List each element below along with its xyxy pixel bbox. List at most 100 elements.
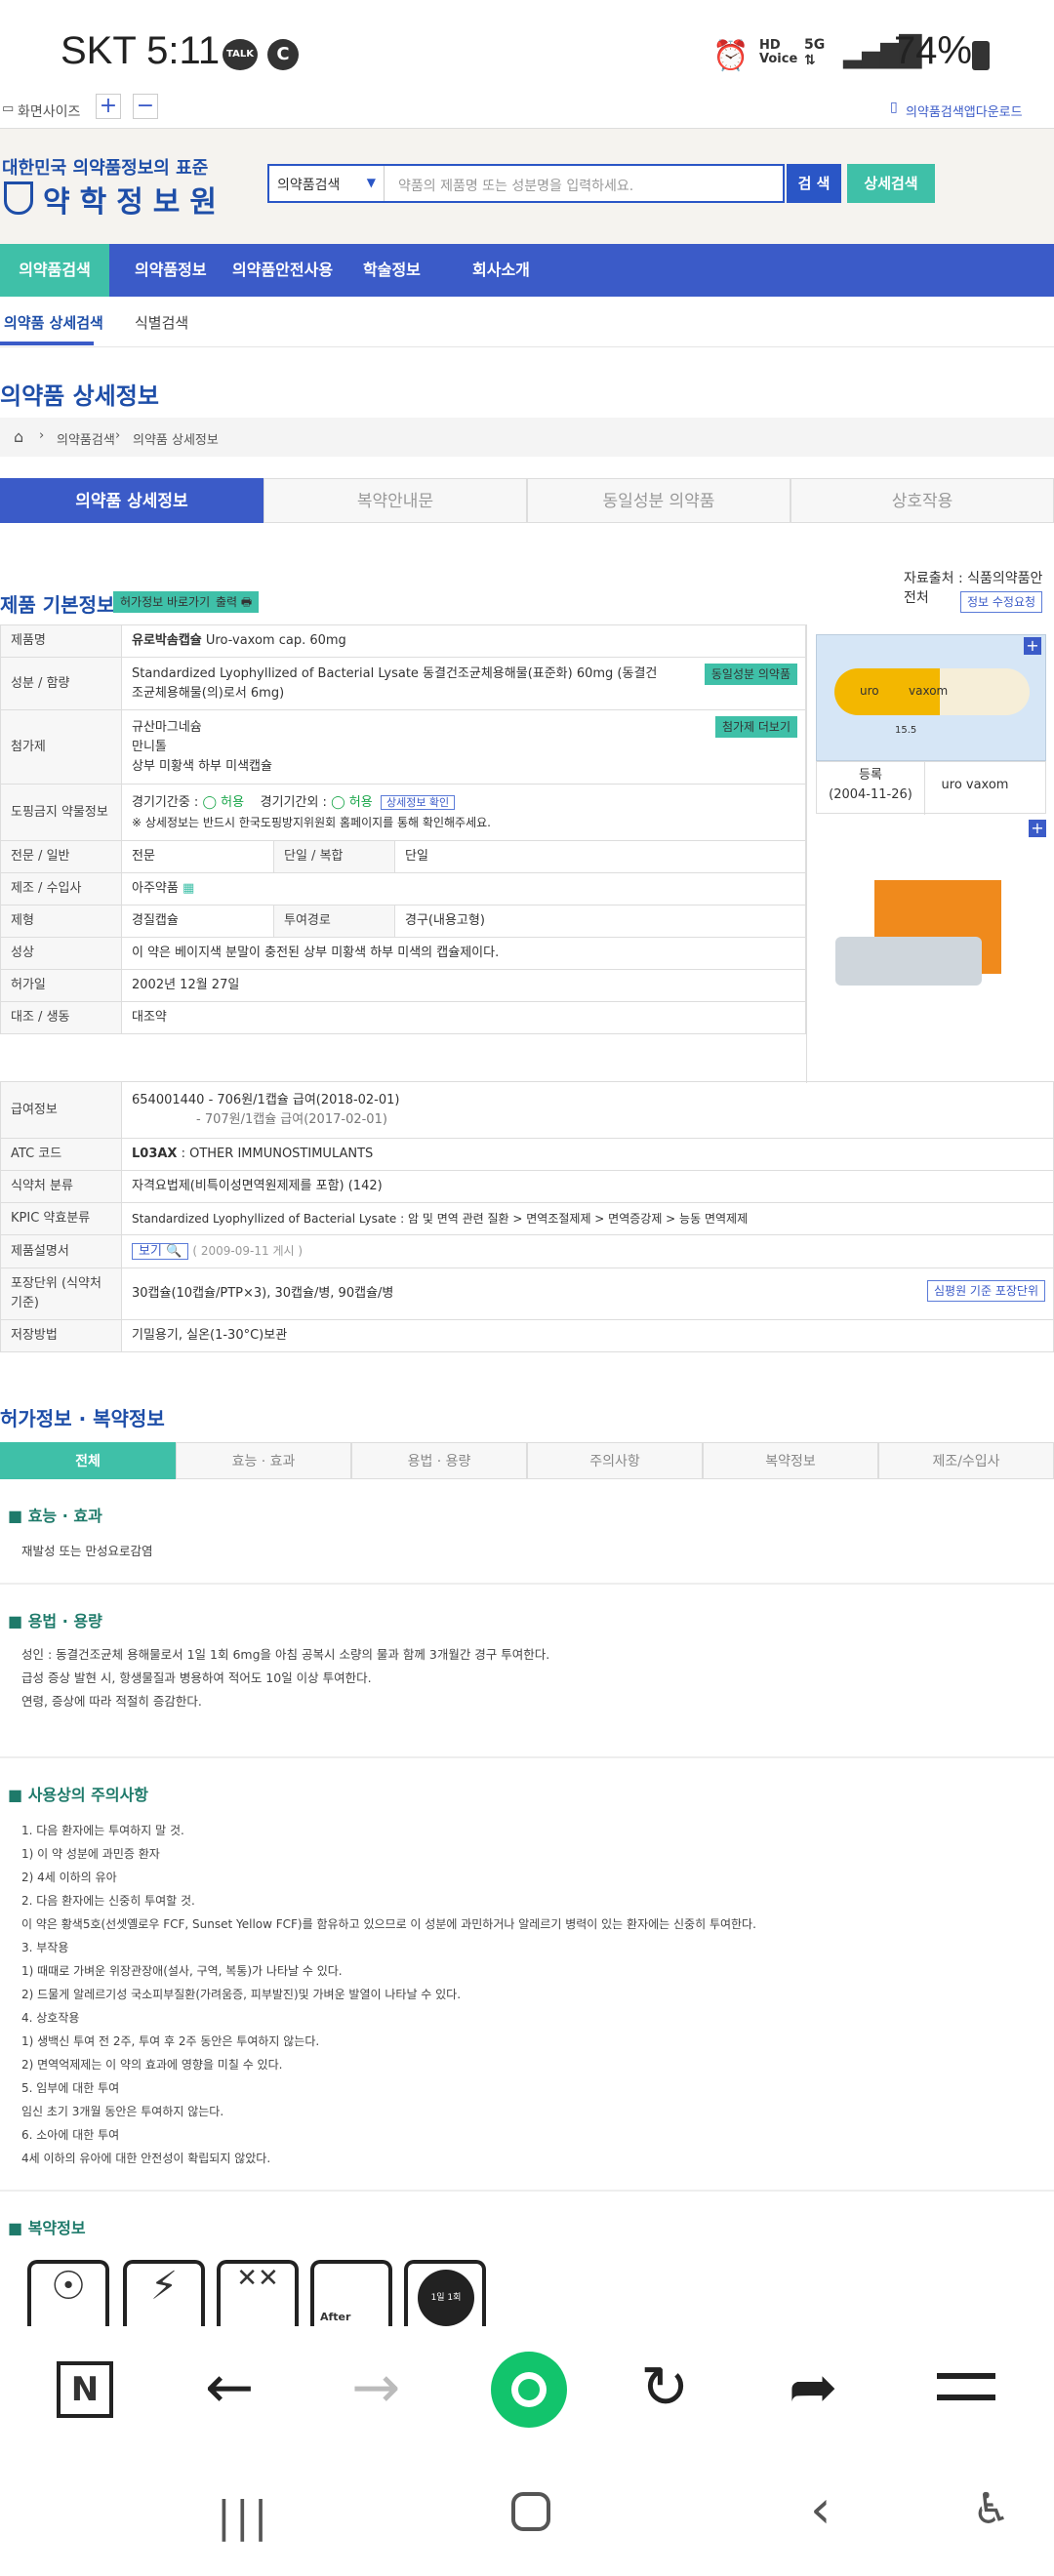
reg-date: (2004-11-26): [829, 787, 912, 802]
dosage-text: 성인 : 동결건조균체 용해물로서 1일 1회 6mg을 아침 공복시 소량의 …: [21, 1643, 549, 1713]
tab-dosage[interactable]: 용법 · 용량: [351, 1442, 527, 1479]
zoom-out-button[interactable]: −: [133, 94, 158, 119]
additive: 상부 미황색 하부 미색캡슐: [132, 758, 272, 774]
refresh-icon[interactable]: ↻: [640, 2354, 689, 2422]
nav-academic[interactable]: 학술정보: [363, 244, 421, 297]
tab-maker[interactable]: 제조/수입사: [878, 1442, 1054, 1479]
screen-size-label: 화면사이즈: [18, 104, 81, 120]
nav-safe-use[interactable]: 의약품안전사용: [232, 244, 333, 297]
site-logo[interactable]: 약학정보원: [43, 178, 226, 221]
registration-box: 등록 (2004-11-26) uro vaxom: [816, 761, 1046, 815]
app-download-link[interactable]: 의약품검색앱다운로드: [906, 101, 1023, 120]
medinfo-title-text: 복약정보: [27, 2219, 86, 2237]
circle-ok-icon: ◯: [202, 794, 218, 810]
class-value: 자격요법제(비특이성면역원제제를 포함) (142): [121, 1170, 1054, 1203]
accessibility-icon[interactable]: ♿: [972, 2484, 1010, 2534]
n-icon[interactable]: N: [57, 2361, 113, 2418]
pack-value: 30캡슐(10캡슐/PTP×3), 30캡슐/병, 90캡슐/병: [132, 1286, 394, 1301]
capsule-size: 15.5: [895, 725, 917, 736]
permit-date-value: 2002년 12월 27일: [121, 969, 806, 1002]
subnav-detail-search[interactable]: 의약품 상세검색: [4, 312, 103, 333]
label: 허가일: [0, 969, 122, 1002]
atc-code: L03AX: [132, 1147, 178, 1161]
nav-about[interactable]: 회사소개: [472, 244, 530, 297]
basic-info-table: 제품명 유로박솜캡슐 Uro-vaxom cap. 60mg 성분 / 함량 Sta…: [0, 624, 806, 1034]
menu-icon[interactable]: [937, 2373, 995, 2379]
home-circle-icon[interactable]: [491, 2352, 567, 2428]
divider: [0, 1756, 1054, 1758]
divider: [0, 2190, 1054, 2192]
tab-same-ingredient[interactable]: 동일성분 의약품: [527, 478, 790, 523]
clock-label: 1일 1회: [418, 2270, 474, 2326]
caution-line: 3. 부작용: [21, 1941, 69, 1954]
c-icon: C: [267, 39, 299, 70]
label: 도핑금지 약물정보: [0, 784, 122, 841]
permit-link-button[interactable]: 허가정보 바로가기: [113, 591, 218, 613]
back-icon[interactable]: ←: [205, 2354, 254, 2422]
effect-title-text: 효능 · 효과: [27, 1507, 102, 1525]
circle-ok-icon: ◯: [331, 794, 345, 810]
subnav-identify-search[interactable]: 식별검색: [135, 312, 188, 333]
leaflet-view-button[interactable]: 보기 🔍: [132, 1243, 189, 1260]
leaflet-date: ( 2009-09-11 게시 ): [192, 1244, 304, 1258]
fix-request-button[interactable]: 정보 수정요청: [960, 591, 1043, 613]
alarm-icon: ⏰: [712, 39, 750, 73]
nav-drug-info[interactable]: 의약품정보: [135, 244, 207, 297]
search-input[interactable]: 약품의 제품명 또는 성분명을 입력하세요.: [398, 176, 633, 195]
zoom-in-button[interactable]: +: [96, 94, 121, 119]
home-icon[interactable]: ⌂: [14, 427, 23, 446]
caution-title-text: 사용상의 주의사항: [27, 1786, 149, 1804]
dosage-title-text: 용법 · 용량: [27, 1612, 102, 1630]
search-category-select[interactable]: 의약품검색 ▼: [269, 166, 385, 201]
tab-effect[interactable]: 효능 · 효과: [176, 1442, 351, 1479]
caution-line: 2) 면역억제제는 이 약의 효과에 영향을 미칠 수 있다.: [21, 2058, 283, 2072]
package-image: [816, 839, 1046, 1034]
talk-icon: TALK: [223, 39, 258, 70]
swallow-icon: ⚡: [123, 2260, 205, 2326]
hira-pack-button[interactable]: 심평원 기준 포장단위: [927, 1280, 1045, 1302]
capsule-body-shape: [940, 668, 1030, 715]
clock-icon: 1일 1회: [404, 2260, 486, 2326]
nav-drug-search[interactable]: 의약품검색: [0, 244, 109, 297]
page-title: 의약품 상세정보: [0, 382, 159, 410]
crumb-item[interactable]: 의약품 상세정보: [133, 429, 219, 448]
shape-value: 이 약은 베이지색 분말이 충전된 상부 미황색 하부 미색의 캡슐제이다.: [121, 937, 806, 970]
crumb-sep-icon: ›: [115, 428, 121, 443]
forward-icon[interactable]: →: [351, 2354, 400, 2422]
tab-detail[interactable]: 의약품 상세정보: [0, 478, 264, 523]
home-icon[interactable]: [511, 2492, 550, 2531]
search-button[interactable]: 검 색: [787, 164, 841, 203]
dosage-line: 연령, 증상에 따라 적절히 증감한다.: [21, 1694, 202, 1709]
tab-medinfo[interactable]: 복약정보: [703, 1442, 878, 1479]
zoom-plus-icon[interactable]: +: [1029, 820, 1046, 837]
label: 제품명: [0, 624, 122, 658]
doping-detail-button[interactable]: 상세정보 확인: [380, 794, 456, 810]
same-ingredient-button[interactable]: 동일성분 의약품: [704, 664, 797, 685]
subnav-underline: [0, 342, 94, 345]
label: 첨가제: [0, 709, 122, 785]
print-button[interactable]: 출력 🖶: [209, 591, 260, 613]
label: 제품설명서: [0, 1234, 122, 1268]
label: 포장단위 (식약처 기준): [0, 1268, 122, 1320]
column-divider: [806, 624, 807, 1083]
leaflet-view-label: 보기: [139, 1244, 162, 1259]
tab-caution[interactable]: 주의사항: [527, 1442, 703, 1479]
permit-title: 허가정보 · 복약정보: [0, 1407, 165, 1430]
tab-all[interactable]: 전체: [0, 1442, 176, 1479]
maker-value[interactable]: 아주약품: [132, 881, 179, 896]
more-additives-button[interactable]: 첨가제 더보기: [714, 716, 797, 738]
share-icon[interactable]: ➦: [789, 2354, 837, 2422]
dosage-line: 성인 : 동결건조균체 용해물로서 1일 1회 6mg을 아침 공복시 소량의 …: [21, 1647, 550, 1662]
combo-value: 단일: [394, 840, 806, 873]
building-icon[interactable]: ▦: [182, 881, 194, 896]
crumb-item[interactable]: 의약품검색: [57, 429, 115, 448]
zoom-plus-icon[interactable]: +: [1024, 637, 1041, 655]
detail-search-button[interactable]: 상세검색: [847, 164, 935, 203]
reg-name: uro vaxom: [941, 778, 1009, 792]
tab-guide[interactable]: 복약안내문: [264, 478, 527, 523]
back-icon[interactable]: ‹: [810, 2478, 831, 2540]
recents-icon[interactable]: |||: [217, 2492, 271, 2542]
tab-interaction[interactable]: 상호작용: [790, 478, 1054, 523]
label: 전문 / 일반: [0, 840, 122, 873]
atc-value: : OTHER IMMUNOSTIMULANTS: [177, 1147, 374, 1161]
